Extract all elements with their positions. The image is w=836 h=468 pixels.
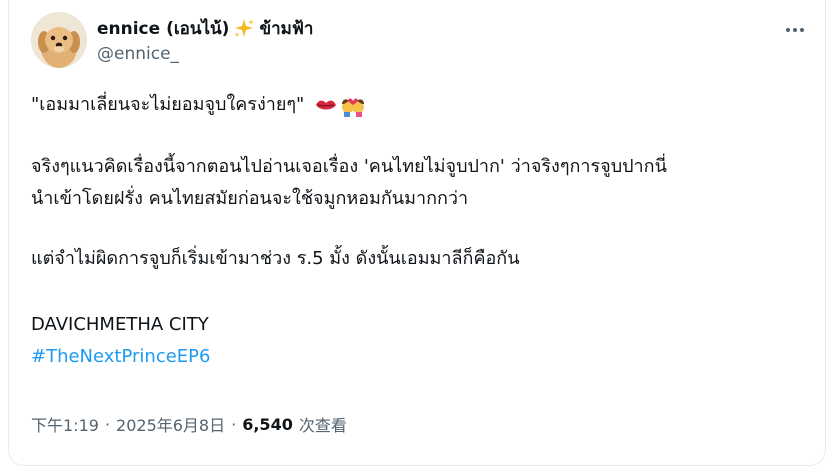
avatar[interactable] [31, 12, 87, 68]
tweet-text: "เอมมาเลี่ยนจะไม่ยอมจูบใครง่ายๆ" จริงๆแน… [31, 92, 821, 370]
meta-separator: · [231, 414, 237, 434]
avatar-image [31, 12, 87, 68]
author-handle[interactable]: @ennice_ [97, 44, 179, 64]
kiss-mark-icon [314, 94, 337, 116]
meta-separator: · [104, 414, 111, 434]
tweet-paragraph-line: แต่จำไม่ผิดการจูบก็เริ่มเข้ามาช่วง ร.5 ม… [31, 248, 520, 269]
kiss-couple-icon [340, 94, 365, 117]
views-label: 次查看 [298, 416, 347, 435]
tweet-paragraph-line: นำเข้าโดยฝรั่ง คนไทยสมัยก่อนจะใช้จมูกหอม… [31, 188, 469, 209]
views-count: 6,540 [242, 414, 293, 434]
tweet-quote-text: "เอมมาเลี่ยนจะไม่ยอมจูบใครง่ายๆ" [31, 94, 305, 115]
tweet-paragraph-line: จริงๆแนวคิดเรื่องนี้จากตอนไปอ่านเจอเรื่อ… [31, 156, 667, 177]
author-display-name[interactable]: ennice (เอนไน้) [97, 15, 229, 42]
tweet-line-quote: "เอมมาเลี่ยนจะไม่ยอมจูบใครง่ายๆ" [31, 92, 821, 118]
tweet-card: ennice (เอนไน้) ข้ามฟ้า @ennice_ "เอมมาเ… [8, 0, 826, 466]
hashtag-link[interactable]: #TheNextPrinceEP6 [31, 344, 821, 370]
tweet-date[interactable]: 2025年6月8日 [116, 412, 225, 436]
author-name-row[interactable]: ennice (เอนไน้) ข้ามฟ้า [97, 16, 313, 40]
author-display-name-suffix[interactable]: ข้ามฟ้า [259, 15, 313, 42]
more-options-icon[interactable] [783, 18, 807, 42]
sparkles-icon [233, 17, 255, 39]
tweet-time[interactable]: 下午1:19 [31, 412, 99, 436]
tweet-paragraph-line: DAVICHMETHA CITY [31, 314, 209, 335]
tweet-meta-row: 下午1:19 · 2025年6月8日 · 6,540 次查看 [31, 412, 347, 436]
